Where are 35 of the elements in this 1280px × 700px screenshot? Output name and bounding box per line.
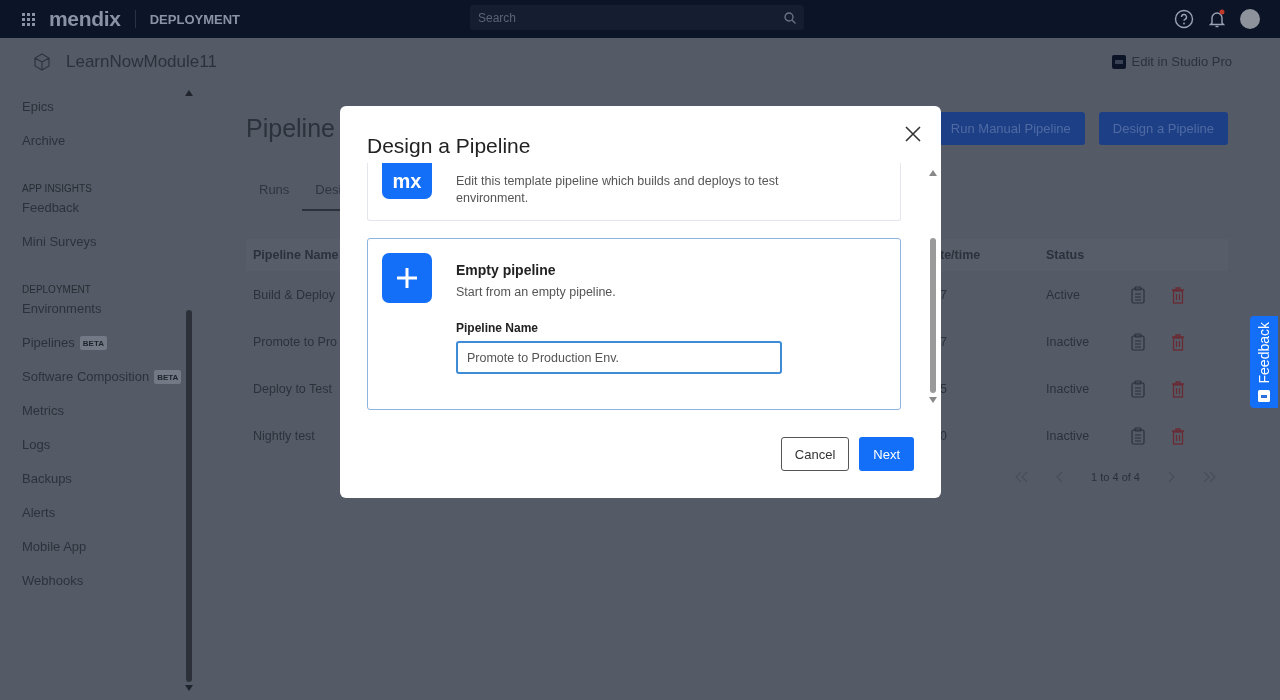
studio-pro-icon [1111,54,1126,69]
option-description: Edit this template pipeline which builds and deploys to test environment. [456,173,780,207]
option-card[interactable]: Empty pipeline Start from an empty pipeline. Pipeline Name Promote to Production Env. [367,238,901,410]
clipboard-icon[interactable] [1130,379,1145,398]
trash-icon[interactable] [1170,426,1185,445]
mx-logo: mx [382,163,432,199]
plus-icon [382,253,432,303]
pipeline-name-field[interactable]: Promote to Production Env. [456,341,782,374]
trash-icon[interactable] [1170,379,1185,398]
option-description: Start from an empty pipeline. [456,284,617,301]
help-icon[interactable] [1174,9,1194,29]
dialog-title: Design a Pipeline [367,134,531,158]
clipboard-icon[interactable] [1130,285,1145,304]
feedback-tab[interactable]: Feedback [1250,316,1278,408]
cube-icon [32,51,52,72]
clipboard-icon[interactable] [1130,332,1145,351]
trash-icon[interactable] [1170,332,1185,351]
cancel-button[interactable]: Cancel [780,437,850,471]
field-label: Pipeline Name [456,321,540,335]
search-field[interactable]: Search [470,5,804,30]
search-icon[interactable] [784,12,796,24]
close-icon[interactable] [905,126,921,142]
clipboard-icon[interactable] [1130,426,1145,445]
next-button[interactable]: Next [859,437,914,471]
mendix-logo[interactable]: mendix [49,7,121,31]
option-title: Empty pipeline [456,262,557,278]
notification-bell-icon[interactable] [1207,9,1227,29]
beta-tag: BETA [79,336,107,350]
trash-icon[interactable] [1170,285,1185,304]
app-grid-icon[interactable] [22,12,35,26]
mx-logo-icon [1258,389,1270,402]
beta-tag: BETA [154,370,182,384]
avatar[interactable] [1240,9,1260,29]
option-card[interactable]: mx Edit this template pipeline which builds and deploys to test environment. [367,163,901,221]
product-name: DEPLOYMENT [149,11,241,27]
